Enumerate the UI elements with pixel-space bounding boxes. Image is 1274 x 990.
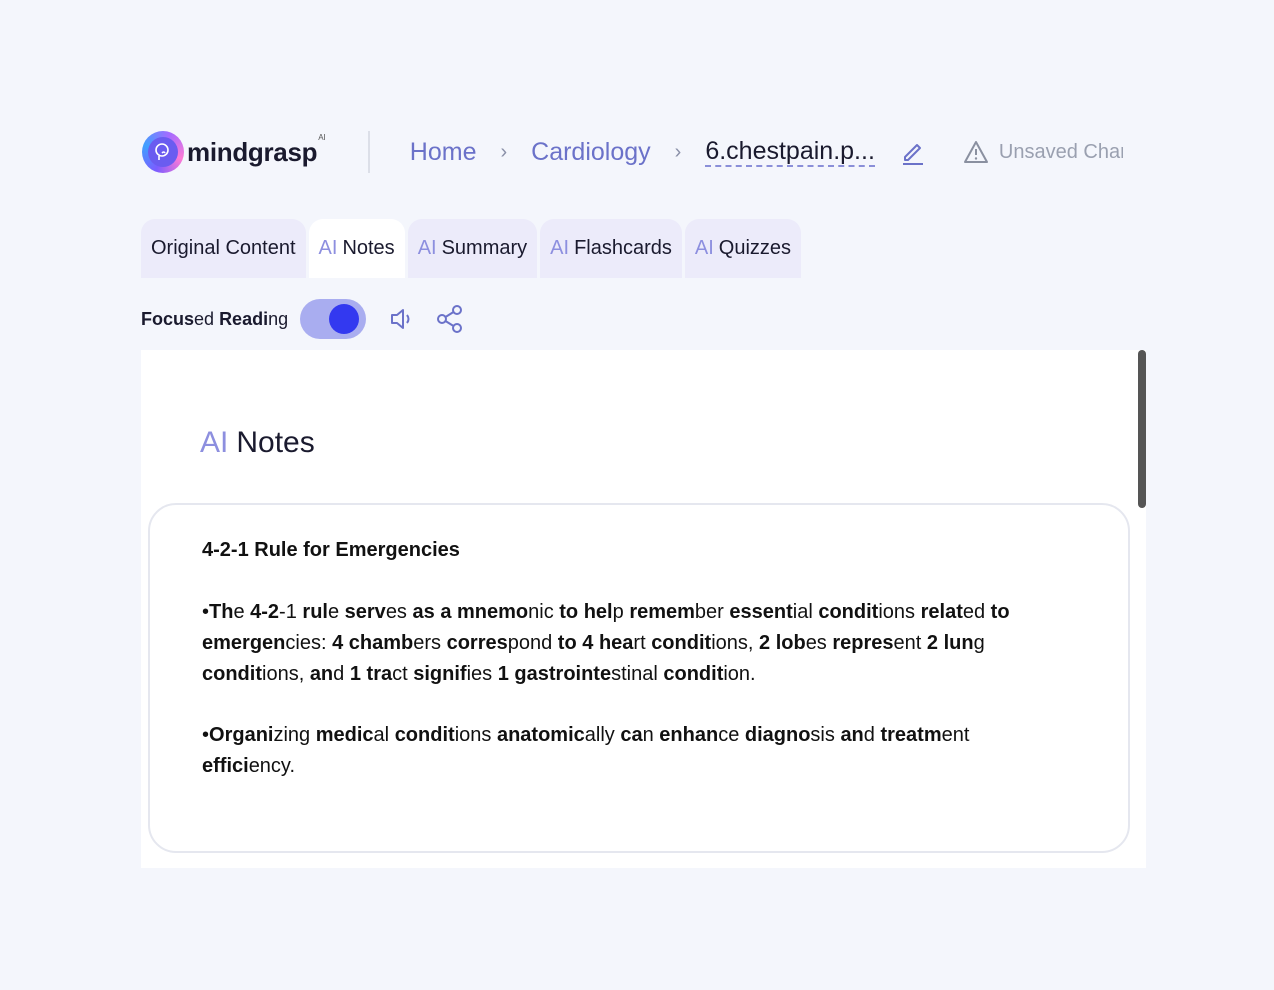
tab-label: Original Content <box>151 237 296 259</box>
note-paragraph-1: •The 4-2-1 rule serves as a mnemonic to … <box>202 601 1010 685</box>
share-icon[interactable] <box>436 304 464 334</box>
title-ai-prefix: AI <box>200 426 229 459</box>
tab-label: Quizzes <box>718 237 792 259</box>
logo-superscript: AI <box>318 133 326 142</box>
warning-icon <box>963 141 988 163</box>
unsaved-changes-status: Unsaved Changes <box>963 140 1123 164</box>
chevron-right-icon: › <box>674 140 682 163</box>
note-heading: 4-2-1 Rule for Emergencies <box>202 539 460 561</box>
reading-toolbar: Focused Reading <box>141 298 464 340</box>
brain-logo-icon <box>142 131 184 173</box>
tab-ai-prefix: AI <box>550 237 570 259</box>
logo[interactable]: mindgrasp AI <box>142 131 326 173</box>
focused-reading-label: Focused Reading <box>141 308 289 329</box>
tab-ai-prefix: AI <box>318 237 338 259</box>
breadcrumb-home[interactable]: Home <box>410 138 477 167</box>
tab-ai-quizzes[interactable]: AI Quizzes <box>684 219 802 278</box>
tab-ai-flashcards[interactable]: AI Flashcards <box>540 219 682 278</box>
tab-label: Flashcards <box>574 237 672 259</box>
chevron-right-icon: › <box>500 140 508 163</box>
tab-label: Summary <box>441 237 528 259</box>
current-file-name[interactable]: 6.chestpain.p... <box>705 137 875 167</box>
note-paragraph-2: •Organizing medical conditions anatomica… <box>202 724 970 777</box>
tab-original-content[interactable]: Original Content <box>141 219 306 278</box>
notes-panel: AI Notes 4-2-1 Rule for Emergencies •The … <box>141 350 1146 868</box>
header-divider <box>367 131 370 173</box>
scrollbar[interactable] <box>1138 350 1146 508</box>
focused-reading-toggle[interactable] <box>300 299 367 339</box>
tab-ai-prefix: AI <box>417 237 437 259</box>
tab-ai-notes[interactable]: AI Notes <box>308 219 405 278</box>
logo-text: mindgrasp <box>187 136 318 167</box>
page-title: AI Notes <box>200 426 315 460</box>
speaker-icon[interactable] <box>388 306 414 332</box>
tab-label: Notes <box>342 237 395 259</box>
note-card: 4-2-1 Rule for Emergencies •The 4-2-1 ru… <box>148 503 1130 853</box>
tab-bar: Original Content AI Notes AI Summary AI … <box>141 219 804 278</box>
breadcrumb-cardiology[interactable]: Cardiology <box>531 138 651 167</box>
pencil-icon[interactable] <box>901 139 925 165</box>
unsaved-label: Unsaved Changes <box>998 140 1123 163</box>
tab-ai-summary[interactable]: AI Summary <box>407 219 538 278</box>
tab-ai-prefix: AI <box>694 237 714 259</box>
app-header: mindgrasp AI Home › Cardiology › 6.chest… <box>142 128 1146 176</box>
title-text: Notes <box>236 426 315 459</box>
toggle-knob <box>329 304 360 334</box>
